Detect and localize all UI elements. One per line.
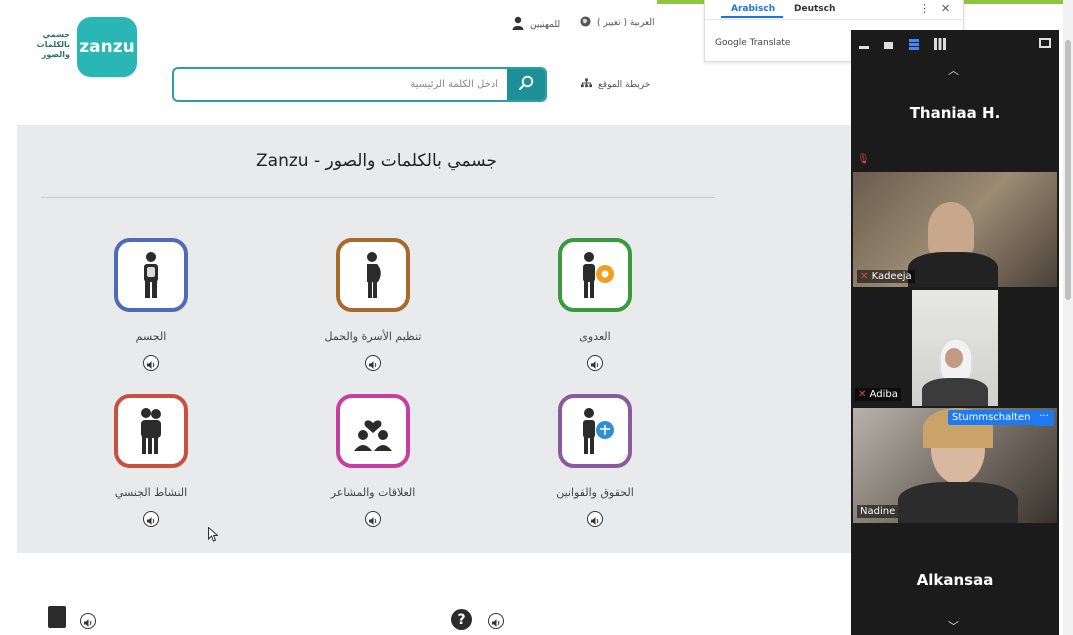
- scrollbar-thumb[interactable]: [1065, 40, 1071, 300]
- logo-tagline: جسمي بالكلمات والصور: [36, 30, 70, 59]
- professionals-link[interactable]: للمهنيين: [512, 16, 560, 33]
- participant-figure: [928, 202, 974, 256]
- audio-button[interactable]: [143, 511, 159, 527]
- muted-mic-icon: ✕: [860, 271, 869, 282]
- participant-video-adiba: [912, 290, 998, 406]
- participant-more-button[interactable]: ···: [1034, 410, 1054, 426]
- participant-nametag: ✕ Kadeeja: [857, 270, 915, 283]
- help-audio-button[interactable]: [488, 613, 504, 629]
- muted-mic-icon: ✕: [858, 389, 867, 400]
- search-icon: [518, 75, 534, 95]
- audio-button[interactable]: [143, 355, 159, 371]
- translate-tab-german[interactable]: Deutsch: [794, 4, 835, 14]
- participant-figure: [908, 252, 998, 287]
- close-icon[interactable]: ✕: [941, 2, 950, 15]
- audio-button[interactable]: [365, 355, 381, 371]
- participant-name: Thaniaa H.: [909, 104, 1001, 122]
- speaker-icon: [590, 510, 600, 529]
- active-tab-indicator: [721, 16, 783, 18]
- participant-figure: [945, 348, 963, 368]
- page-title: جسمي بالكلمات والصور - Zanzu: [256, 151, 497, 171]
- participant-figure: [898, 482, 1018, 523]
- video-call-panel: ︿ Thaniaa H. 🎙 ✕ Kadeeja ✕ Adiba Nadine …: [851, 30, 1059, 635]
- speaker-view-icon[interactable]: [909, 39, 919, 50]
- participant-video-kadeeja: ✕ Kadeeja: [853, 172, 1057, 287]
- participant-name: Alkansaa: [916, 571, 994, 589]
- mouse-cursor-icon: [208, 526, 219, 546]
- sitemap-label: خريطة الموقع: [598, 79, 651, 90]
- category-label: العدوى: [579, 330, 611, 343]
- participant-figure: [922, 378, 988, 406]
- more-options-icon[interactable]: ⋮: [919, 2, 930, 15]
- participant-nametag: ✕ Adiba: [855, 388, 901, 401]
- language-label: ( تغيير ) العربية: [597, 18, 655, 28]
- speaker-icon: [368, 354, 378, 373]
- audio-button[interactable]: [365, 511, 381, 527]
- category-label: العلاقات والمشاعر: [330, 486, 416, 499]
- participant-nametag: Nadine: [857, 505, 899, 518]
- category-label: النشاط الجنسي: [114, 486, 188, 499]
- scroll-down-icon[interactable]: ﹀: [948, 618, 959, 634]
- speaker-icon: [491, 612, 501, 631]
- translate-divider: [705, 19, 963, 20]
- category-label: تنظيم الأسرة والحمل: [324, 330, 422, 343]
- glossary-audio-button[interactable]: [80, 613, 96, 629]
- search-input[interactable]: [174, 69, 508, 100]
- small-view-icon[interactable]: [884, 42, 893, 49]
- rights-icon: [558, 394, 632, 468]
- gallery-view-icon[interactable]: [934, 38, 946, 50]
- translate-tab-arabic[interactable]: Arabisch: [731, 4, 775, 14]
- search-box: [172, 67, 547, 102]
- language-link[interactable]: ( تغيير ) العربية: [580, 16, 654, 30]
- professionals-label: للمهنيين: [530, 19, 561, 30]
- muted-mic-icon: 🎙: [857, 154, 870, 165]
- search-button[interactable]: [507, 69, 545, 100]
- glossary-book-icon[interactable]: [48, 606, 66, 628]
- title-divider: [41, 197, 715, 198]
- scroll-up-icon[interactable]: ︿: [948, 62, 959, 78]
- help-icon[interactable]: ?: [451, 609, 472, 630]
- category-label: الحقوق والقوانين: [556, 486, 634, 499]
- speaker-icon: [146, 510, 156, 529]
- speaker-icon: [146, 354, 156, 373]
- zanzu-logo[interactable]: zanzu: [77, 17, 137, 77]
- speaker-icon: [83, 612, 93, 631]
- relationships-icon: [336, 394, 410, 468]
- mute-participant-button[interactable]: Stummschalten: [948, 410, 1035, 425]
- audio-button[interactable]: [587, 511, 603, 527]
- participant-video-nadine: Nadine: [853, 408, 1057, 523]
- sexual-activity-icon: [114, 394, 188, 468]
- globe-icon: [580, 16, 591, 30]
- audio-button[interactable]: [587, 355, 603, 371]
- body-icon: [114, 238, 188, 312]
- sitemap-link[interactable]: خريطة الموقع: [581, 78, 650, 91]
- minimize-icon[interactable]: [859, 46, 869, 49]
- category-label: الجسم: [135, 330, 167, 343]
- fullscreen-icon[interactable]: [1039, 38, 1051, 48]
- sitemap-icon: [581, 78, 592, 91]
- user-icon: [512, 16, 524, 33]
- infection-icon: [558, 238, 632, 312]
- speaker-icon: [368, 510, 378, 529]
- google-translate-brand: Google Translate: [715, 38, 791, 48]
- pregnancy-icon: [336, 238, 410, 312]
- video-panel-toolbar: [851, 30, 1059, 60]
- speaker-icon: [590, 354, 600, 373]
